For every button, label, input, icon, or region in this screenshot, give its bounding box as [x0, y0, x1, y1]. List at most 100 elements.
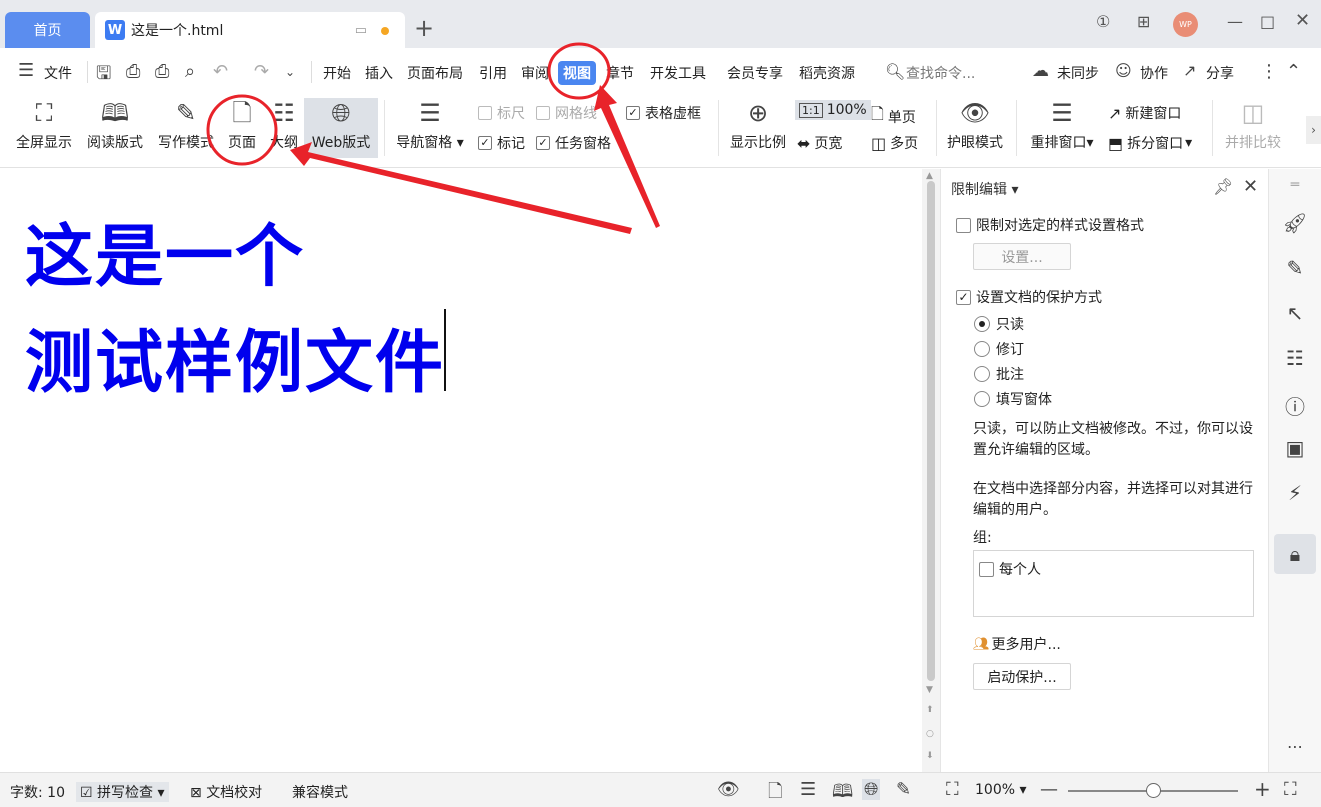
panel-title[interactable]: 限制编辑 ▾	[951, 179, 1018, 199]
share-button[interactable]: 分享	[1206, 63, 1234, 83]
split-window-button[interactable]: ⬒ 拆分窗口 ▾	[1108, 133, 1192, 153]
menu-section[interactable]: 章节	[606, 63, 634, 83]
outline-view-button[interactable]: ☷ 大纲	[264, 98, 304, 158]
save-icon[interactable]: 🖫	[96, 61, 111, 91]
share-icon[interactable]: ↗	[1183, 61, 1196, 80]
zoom-ratio-button[interactable]: ⊕ 显示比例	[726, 98, 790, 158]
menu-view[interactable]: 视图	[558, 61, 596, 85]
close-window-button[interactable]: ✕	[1295, 10, 1310, 31]
ribbon-scroll-right-icon[interactable]: ›	[1306, 116, 1321, 144]
writing-mode-button[interactable]: ✎ 写作模式	[152, 98, 220, 158]
fullscreen-icon[interactable]: ⛶	[1284, 779, 1297, 800]
rearrange-window-button[interactable]: ☰ 重排窗口▾	[1024, 98, 1100, 158]
page-view-icon[interactable]: 🗋︎	[768, 779, 782, 807]
set-protection-checkbox[interactable]: ✓ 设置文档的保护方式	[956, 287, 1102, 307]
adjust-sliders-icon[interactable]: ☷	[1282, 346, 1308, 370]
unsync-label[interactable]: 未同步	[1057, 63, 1099, 83]
print-icon[interactable]: ⎙	[155, 61, 169, 82]
next-page-icon[interactable]: ⬇	[926, 751, 934, 761]
lightning-icon[interactable]: ⚡︎	[1282, 481, 1308, 505]
spell-check-button[interactable]: ☑ 拼写检查 ▾	[76, 782, 169, 802]
reading-mode-button[interactable]: 🕮︎ 阅读版式	[81, 98, 149, 158]
web-layout-button[interactable]: 🌐︎ Web版式	[304, 98, 378, 158]
page-width-button[interactable]: ⬌ 页宽	[797, 133, 842, 153]
redo-icon[interactable]: ↷	[254, 61, 269, 82]
fullscreen-button[interactable]: ⛶ 全屏显示	[10, 98, 78, 158]
menu-developer[interactable]: 开发工具	[650, 63, 706, 83]
table-gridlines-checkbox[interactable]: ✓ 表格虚框	[626, 103, 701, 123]
lock-icon[interactable]: 🔒︎	[1274, 534, 1316, 574]
doc-line-1[interactable]: 这是一个	[25, 201, 305, 300]
select-browse-icon[interactable]: ○	[926, 729, 934, 739]
word-count[interactable]: 字数: 10	[10, 782, 65, 802]
new-window-button[interactable]: ↗ 新建窗口	[1108, 103, 1181, 123]
single-page-button[interactable]: 🗋︎ 单页	[871, 103, 916, 130]
cloud-sync-icon[interactable]: ☁	[1032, 61, 1049, 81]
scrollbar-thumb[interactable]	[927, 181, 935, 681]
writing-pen-icon[interactable]: ✎	[896, 779, 911, 800]
menu-start[interactable]: 开始	[323, 63, 351, 83]
more-users-link[interactable]: 👥︎ 更多用户...	[973, 634, 1061, 654]
undo-icon[interactable]: ↶	[213, 61, 228, 82]
rocket-icon[interactable]: 🚀︎	[1282, 211, 1308, 235]
gridlines-checkbox[interactable]: 网格线	[536, 103, 597, 123]
menu-member[interactable]: 会员专享	[727, 63, 783, 83]
restrict-format-checkbox[interactable]: 限制对选定的样式设置格式	[956, 215, 1144, 235]
radio-readonly[interactable]: 只读	[974, 314, 1024, 334]
side-by-side-button[interactable]: ◫ 并排比较	[1218, 98, 1288, 158]
minimize-button[interactable]: —	[1227, 12, 1243, 31]
prev-page-icon[interactable]: ⬆	[926, 705, 934, 715]
window-count-icon[interactable]: ①	[1096, 12, 1110, 31]
eye-icon[interactable]: 👁︎	[717, 779, 740, 800]
pin-icon[interactable]: 📌︎	[1213, 177, 1233, 196]
doc-proof-button[interactable]: ⊠ 文档校对	[190, 782, 262, 802]
web-view-icon[interactable]: 🌐︎	[862, 779, 881, 800]
document-canvas[interactable]: 这是一个 测试样例文件	[0, 169, 922, 772]
everyone-checkbox[interactable]: 每个人	[979, 559, 1041, 579]
tab-home[interactable]: 首页	[5, 12, 90, 48]
ruler-checkbox[interactable]: 标尺	[478, 103, 525, 123]
close-icon[interactable]: ✕	[1243, 176, 1258, 197]
scroll-down-icon[interactable]: ▼	[926, 685, 933, 695]
radio-comments[interactable]: 批注	[974, 364, 1024, 384]
image-tools-icon[interactable]: ▣	[1282, 436, 1308, 460]
outline-icon[interactable]: ☰	[800, 779, 816, 800]
tab-document[interactable]: W 这是一个.html ▭	[95, 12, 405, 48]
hamburger-icon[interactable]: ☰	[18, 60, 34, 81]
new-tab-button[interactable]: +	[414, 16, 434, 40]
page-view-button[interactable]: 🗋︎ 页面	[222, 98, 262, 158]
menu-file[interactable]: 文件	[44, 63, 72, 83]
select-cursor-icon[interactable]: ↖	[1282, 301, 1308, 325]
scroll-up-icon[interactable]: ▲	[926, 171, 933, 181]
help-icon[interactable]: ⓘ	[1282, 391, 1308, 420]
zoom-out-button[interactable]: —	[1040, 779, 1058, 800]
eye-care-button[interactable]: 👁︎ 护眼模式	[942, 98, 1008, 158]
zoom-in-button[interactable]: +	[1254, 777, 1271, 801]
search-input[interactable]: 查找命令...	[906, 63, 975, 83]
menu-review[interactable]: 审阅	[521, 63, 549, 83]
monitor-icon[interactable]: ▭	[355, 23, 367, 38]
doc-line-2[interactable]: 测试样例文件	[25, 307, 445, 406]
search-icon[interactable]: 🔍︎	[885, 62, 905, 81]
menu-docer[interactable]: 稻壳资源	[799, 63, 855, 83]
maximize-button[interactable]: □	[1260, 12, 1275, 31]
nav-pane-button[interactable]: ☰ 导航窗格 ▾	[392, 98, 468, 158]
marks-checkbox[interactable]: ✓ 标记	[478, 133, 525, 153]
radio-revisions[interactable]: 修订	[974, 339, 1024, 359]
edit-pen-icon[interactable]: ✎	[1282, 256, 1308, 280]
more-horizontal-icon[interactable]: ⋯	[1282, 737, 1308, 756]
zoom-level[interactable]: 100% ▾	[975, 782, 1027, 798]
collapse-ribbon-icon[interactable]: ⌃	[1286, 61, 1301, 82]
task-pane-checkbox[interactable]: ✓ 任务窗格	[536, 133, 611, 153]
radio-fill-forms[interactable]: 填写窗体	[974, 389, 1052, 409]
zoom-slider-knob[interactable]	[1146, 783, 1161, 798]
reading-icon[interactable]: 🕮︎	[832, 779, 853, 807]
menu-references[interactable]: 引用	[479, 63, 507, 83]
menu-page-layout[interactable]: 页面布局	[407, 63, 463, 83]
menu-insert[interactable]: 插入	[365, 63, 393, 83]
apps-grid-icon[interactable]: ⊞	[1137, 12, 1150, 31]
chevron-down-icon[interactable]: ⌄	[285, 65, 295, 79]
print-preview-icon[interactable]: ⌕	[185, 61, 195, 82]
multi-page-button[interactable]: ◫ 多页	[871, 133, 918, 153]
export-pdf-icon[interactable]: ⎙	[126, 61, 140, 82]
